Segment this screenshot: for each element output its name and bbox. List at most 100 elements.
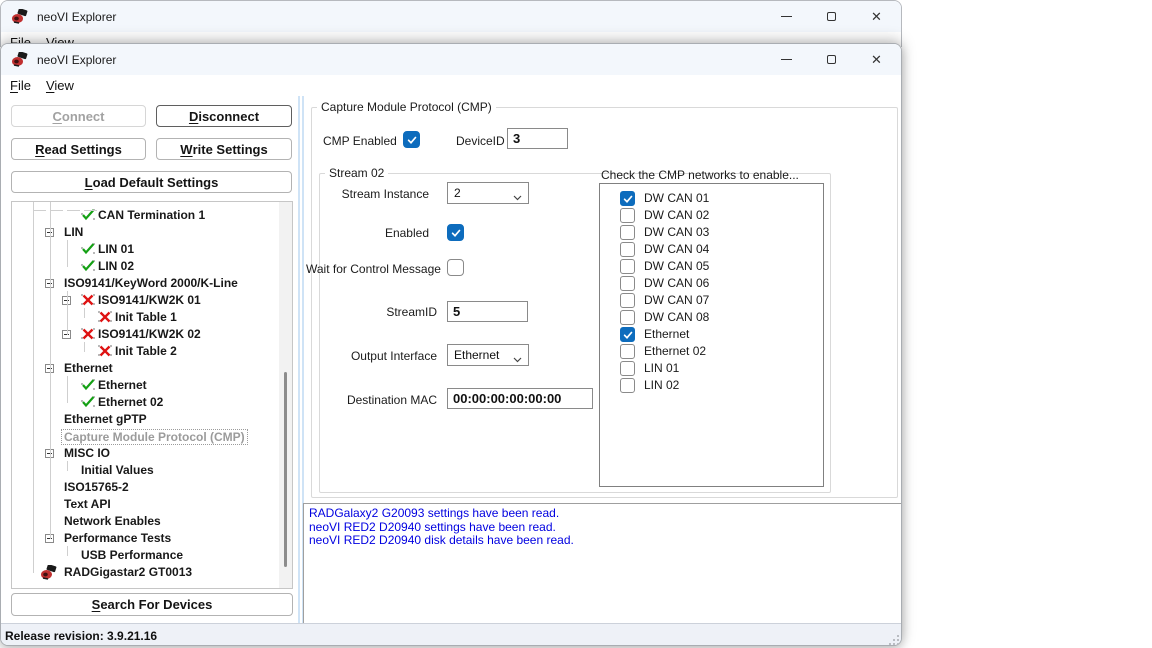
connect-button[interactable]: Connect — [11, 105, 146, 127]
tree-item[interactable]: LIN — [12, 224, 278, 241]
network-checkbox[interactable] — [620, 225, 635, 240]
tree-item[interactable]: Network Enables — [12, 513, 278, 530]
tree-item-label: MISC IO — [64, 445, 110, 462]
tree-item[interactable]: USB Performance — [12, 547, 278, 564]
close-button[interactable]: ✕ — [854, 44, 899, 75]
tree-item-label: Performance Tests — [64, 530, 171, 547]
network-checkbox[interactable] — [620, 344, 635, 359]
tree-item[interactable]: Ethernet 02 — [12, 394, 278, 411]
network-checkbox[interactable] — [620, 191, 635, 206]
tree-item-label: CAN Termination 1 — [98, 207, 205, 224]
maximize-button[interactable] — [809, 44, 854, 75]
stream-instance-select[interactable]: 2 — [447, 182, 529, 204]
menu-item-view[interactable]: View — [46, 78, 74, 93]
tree-connector — [50, 202, 51, 539]
close-button[interactable]: ✕ — [854, 1, 899, 32]
tree-connector — [67, 291, 68, 335]
network-checkbox-row[interactable]: Ethernet 02 — [600, 343, 823, 360]
tree-item[interactable]: Initial Values — [12, 462, 278, 479]
output-interface-label: Output Interface — [329, 349, 437, 363]
disconnect-button[interactable]: Disconnect — [156, 105, 292, 127]
network-checkbox-row[interactable]: LIN 02 — [600, 377, 823, 394]
network-checkbox[interactable] — [620, 242, 635, 257]
tree-item[interactable]: ISO15765-2 — [12, 479, 278, 496]
network-label: Ethernet — [644, 326, 689, 343]
tree-item[interactable]: ISO9141/KW2K 02 — [12, 326, 278, 343]
network-checkbox-row[interactable]: Ethernet — [600, 326, 823, 343]
read-settings-button[interactable]: Read Settings — [11, 138, 146, 160]
tree-item[interactable]: LIN 01 — [12, 241, 278, 258]
write-settings-button[interactable]: Write Settings — [156, 138, 292, 160]
tree-item[interactable]: MISC IO — [12, 445, 278, 462]
tree-item[interactable]: ISO9141/KeyWord 2000/K-Line — [12, 275, 278, 292]
network-checkbox[interactable] — [620, 276, 635, 291]
tree-connector — [33, 202, 34, 573]
tree-scrollbar-track[interactable] — [279, 202, 292, 588]
tree-scrollbar-thumb[interactable] — [284, 372, 287, 567]
menubar: File View — [1, 75, 901, 96]
tree-item[interactable]: ISO9141/KW2K 01 — [12, 292, 278, 309]
cmp-enabled-checkbox[interactable] — [403, 131, 420, 148]
deviceid-label: DeviceID — [456, 134, 504, 148]
minimize-button[interactable] — [764, 1, 809, 32]
network-label: DW CAN 01 — [644, 190, 709, 207]
network-checkbox-row[interactable]: LIN 01 — [600, 360, 823, 377]
network-checkbox-row[interactable]: DW CAN 08 — [600, 309, 823, 326]
minimize-button[interactable] — [764, 44, 809, 75]
resize-grip[interactable] — [887, 633, 899, 645]
load-default-settings-button[interactable]: Load Default Settings — [11, 171, 292, 193]
network-checkbox[interactable] — [620, 361, 635, 376]
search-for-devices-button[interactable]: Search For Devices — [11, 593, 293, 616]
tree-item[interactable]: Ethernet — [12, 377, 278, 394]
tree-item[interactable]: Performance Tests — [12, 530, 278, 547]
tree-connector — [67, 461, 68, 471]
network-checkbox-row[interactable]: DW CAN 05 — [600, 258, 823, 275]
network-checkbox-row[interactable]: DW CAN 03 — [600, 224, 823, 241]
network-checkbox[interactable] — [620, 259, 635, 274]
maximize-button[interactable] — [809, 1, 854, 32]
streamid-input[interactable] — [447, 301, 528, 322]
close-icon: ✕ — [871, 53, 882, 66]
device-tree: CAN Termination 1LINLIN 01LIN 02ISO9141/… — [11, 201, 293, 589]
network-label: DW CAN 04 — [644, 241, 709, 258]
network-checkbox-row[interactable]: DW CAN 04 — [600, 241, 823, 258]
network-checkbox-row[interactable]: DW CAN 02 — [600, 207, 823, 224]
network-checkbox[interactable] — [620, 293, 635, 308]
network-checkbox[interactable] — [620, 378, 635, 393]
minimize-icon — [781, 59, 792, 60]
wait-for-control-checkbox[interactable] — [447, 259, 464, 276]
tree-item[interactable]: Text API — [12, 496, 278, 513]
app-icon — [11, 52, 28, 67]
tree-item[interactable]: Ethernet — [12, 360, 278, 377]
tree-connector — [67, 376, 68, 403]
tree-item[interactable]: Init Table 1 — [12, 309, 278, 326]
network-checkbox[interactable] — [620, 208, 635, 223]
network-checkbox-row[interactable]: DW CAN 06 — [600, 275, 823, 292]
tree-item[interactable]: LIN 02 — [12, 258, 278, 275]
enabled-checkbox[interactable] — [447, 224, 464, 241]
background-window-titlebar[interactable]: neoVI Explorer ✕ — [1, 1, 901, 32]
tree-item[interactable]: Ethernet gPTP — [12, 411, 278, 428]
destination-mac-input[interactable] — [447, 388, 593, 409]
tree-item[interactable]: Init Table 2 — [12, 343, 278, 360]
network-checkbox[interactable] — [620, 310, 635, 325]
network-checkbox[interactable] — [620, 327, 635, 342]
network-label: DW CAN 08 — [644, 309, 709, 326]
menu-item-file[interactable]: File — [10, 78, 31, 93]
output-interface-select[interactable]: Ethernet — [447, 344, 529, 366]
destination-mac-label: Destination MAC — [329, 393, 437, 407]
tree-item[interactable]: RADGigastar2 GT0013 — [12, 564, 278, 581]
chevron-down-icon — [513, 352, 522, 366]
tree-item-label: Init Table 2 — [115, 343, 177, 360]
deviceid-input[interactable] — [507, 128, 568, 149]
window-titlebar[interactable]: neoVI Explorer ✕ — [1, 44, 901, 75]
tree-connector — [67, 240, 68, 267]
network-checkbox-row[interactable]: DW CAN 01 — [600, 190, 823, 207]
tree-item-label: ISO9141/KW2K 02 — [98, 326, 201, 343]
network-checkbox-row[interactable]: DW CAN 07 — [600, 292, 823, 309]
tree-connector — [67, 546, 68, 556]
network-label: LIN 01 — [644, 360, 679, 377]
release-revision: Release revision: 3.9.21.16 — [5, 629, 157, 643]
tree-item-selected[interactable]: Capture Module Protocol (CMP) — [12, 428, 278, 445]
tree-connector — [33, 210, 46, 211]
